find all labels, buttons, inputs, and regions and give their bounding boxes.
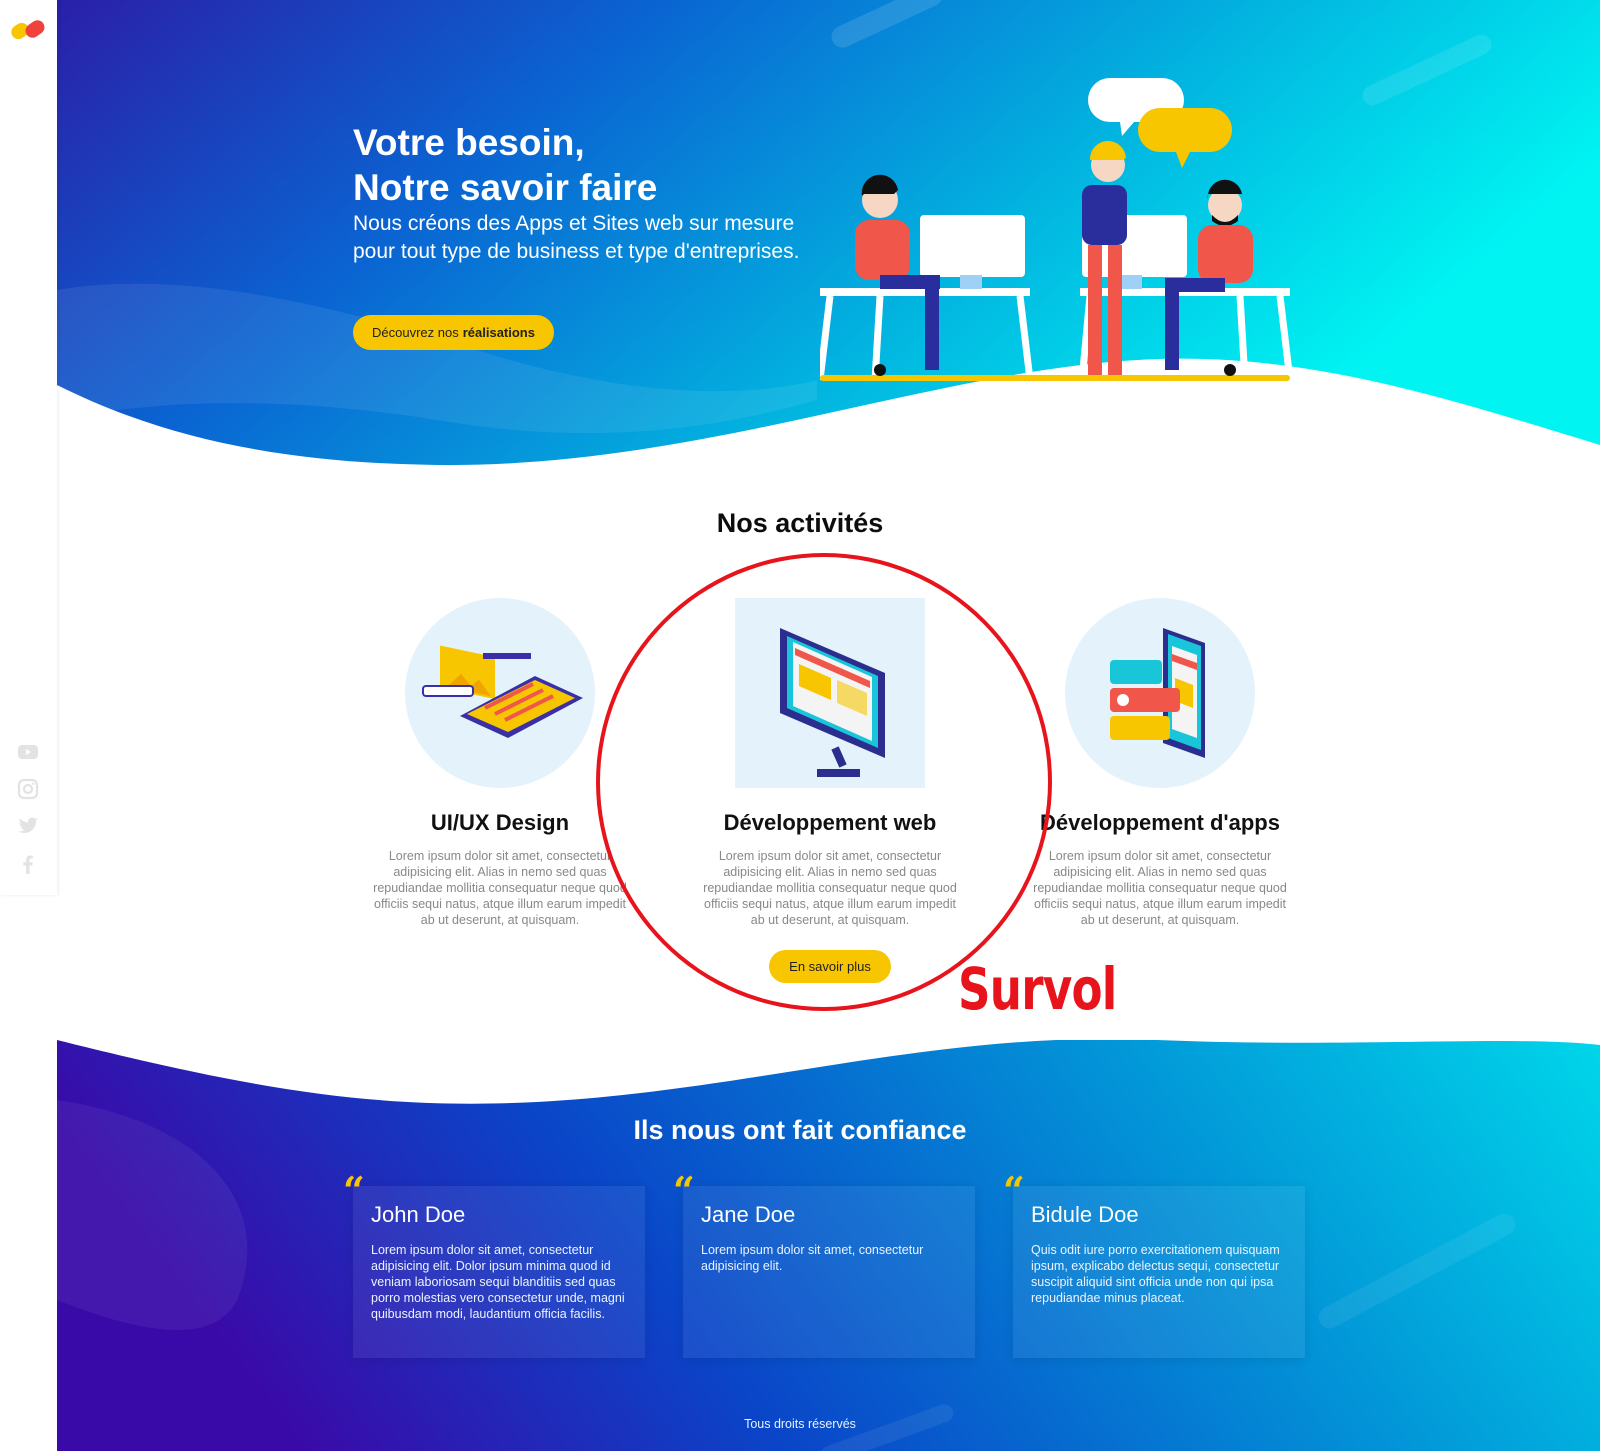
activity-card-web[interactable]: Développement web Lorem ipsum dolor sit …: [700, 598, 960, 983]
phone-design-icon: [405, 598, 595, 788]
hover-annotation: Survol: [958, 955, 1117, 1023]
quote-icon: “: [1003, 1168, 1025, 1213]
activity-description: Lorem ipsum dolor sit amet, consectetur …: [1033, 849, 1287, 927]
testimonial-card: “ Bidule Doe Quis odit iure porro exerci…: [1003, 1168, 1305, 1358]
testimonial-card: “ Jane Doe Lorem ipsum dolor sit amet, c…: [673, 1168, 975, 1358]
activity-name: Développement web: [723, 810, 937, 835]
testimonial-text: Quis odit iure porro exercitationem quis…: [1031, 1243, 1280, 1305]
cta-bold: réalisations: [462, 325, 535, 340]
hero-title-line1: Votre besoin,: [353, 122, 585, 163]
activity-description: Lorem ipsum dolor sit amet, consectetur …: [373, 849, 627, 927]
logo[interactable]: [9, 18, 49, 44]
activity-card-uiux[interactable]: UI/UX Design Lorem ipsum dolor sit amet,…: [370, 598, 630, 928]
monitor-icon: [735, 598, 925, 788]
en-savoir-plus-button[interactable]: En savoir plus: [769, 950, 891, 983]
quote-icon: “: [343, 1168, 365, 1213]
hero-title-line2: Notre savoir faire: [353, 167, 658, 208]
copyright: Tous droits réservés: [744, 1417, 856, 1431]
testimonials-title: Ils nous ont fait confiance: [633, 1115, 967, 1145]
testimonial-text: Lorem ipsum dolor sit amet, consectetur …: [371, 1243, 625, 1321]
activities-title: Nos activités: [716, 508, 884, 538]
hero-text: Votre besoin, Notre savoir faire Nous cr…: [353, 120, 823, 266]
youtube-icon[interactable]: [16, 740, 40, 764]
testimonial-text: Lorem ipsum dolor sit amet, consectetur …: [701, 1243, 924, 1273]
testimonial-name: Bidule Doe: [1031, 1202, 1139, 1227]
activity-name: UI/UX Design: [430, 810, 570, 835]
quote-icon: “: [673, 1168, 695, 1213]
activity-card-apps[interactable]: Développement d'apps Lorem ipsum dolor s…: [1030, 598, 1290, 928]
testimonial-name: John Doe: [371, 1202, 466, 1227]
hero-subtitle: Nous créons des Apps et Sites web sur me…: [353, 212, 800, 263]
testimonial-name: Jane Doe: [701, 1202, 796, 1227]
instagram-icon[interactable]: [16, 777, 40, 801]
hero-title: Votre besoin, Notre savoir faire: [353, 120, 823, 210]
activity-name: Développement d'apps: [1040, 810, 1280, 835]
testimonial-card: “ John Doe Lorem ipsum dolor sit amet, c…: [343, 1168, 645, 1358]
cta-prefix: Découvrez nos: [372, 325, 459, 340]
facebook-icon[interactable]: [16, 852, 40, 876]
mobile-app-icon: [1065, 598, 1255, 788]
team-illustration: [820, 78, 1294, 381]
activity-description: Lorem ipsum dolor sit amet, consectetur …: [703, 849, 957, 927]
twitter-icon[interactable]: [16, 814, 40, 838]
sidebar: [0, 0, 57, 895]
cta-realisations-button[interactable]: Découvrez nos réalisations: [353, 315, 554, 350]
